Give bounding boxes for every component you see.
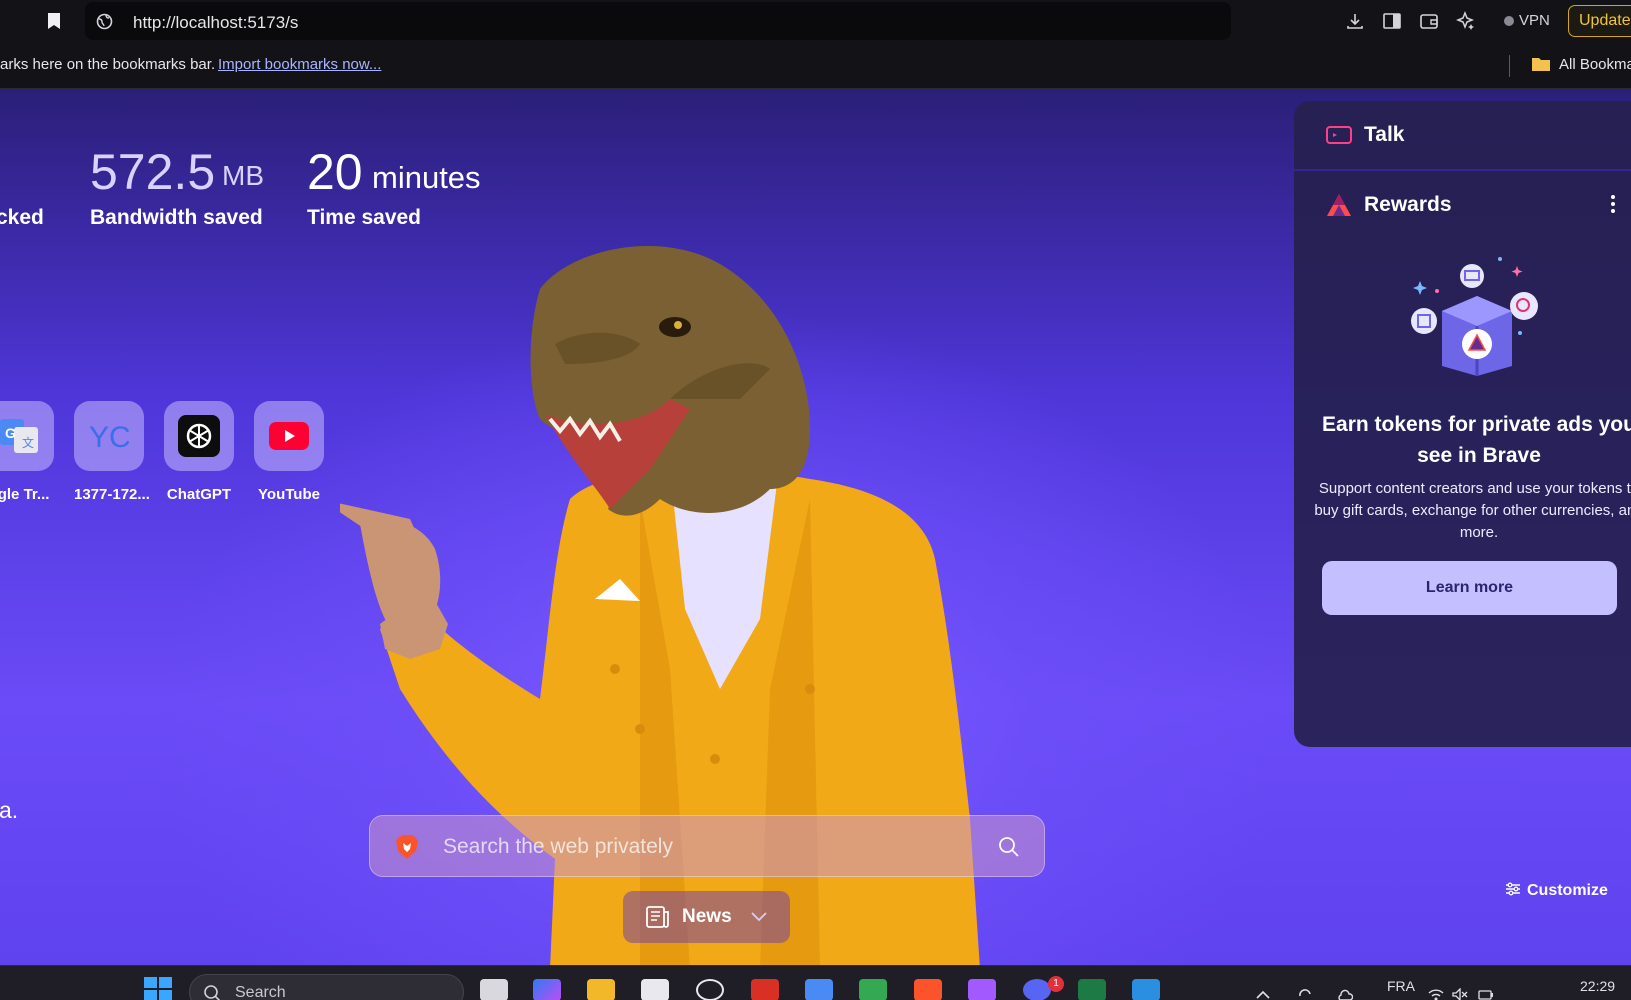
notepad-icon[interactable] — [805, 979, 833, 1000]
clock-time[interactable]: 22:29 — [1580, 978, 1615, 994]
vpn-button[interactable]: VPN — [1496, 8, 1558, 34]
figma-icon[interactable] — [968, 979, 996, 1000]
top-site-label: ogle Tr... — [0, 486, 50, 503]
top-site-yc[interactable]: YC 1377-172... — [74, 401, 150, 503]
brave-browser-icon[interactable] — [914, 979, 942, 1000]
top-site-youtube[interactable]: YouTube — [254, 401, 324, 503]
svg-text:文: 文 — [22, 435, 34, 450]
vpn-label: VPN — [1519, 12, 1550, 29]
rewards-widget: Rewards Earn tokens for private ads you … — [1294, 171, 1631, 747]
bookmarks-bar: arks here on the bookmarks bar. Import b… — [0, 42, 1631, 89]
svg-text:G: G — [5, 425, 16, 441]
video-call-icon — [1326, 126, 1352, 144]
trackers-blocked-label: cked — [0, 206, 44, 229]
vscode-icon[interactable] — [1132, 979, 1160, 1000]
copilot-icon[interactable] — [533, 979, 561, 1000]
bat-logo-icon — [1327, 194, 1351, 216]
new-tab-page: cked 572.5 MB Bandwidth saved 20 minutes… — [0, 89, 1631, 965]
time-saved-label: Time saved — [307, 206, 422, 229]
sync-icon[interactable] — [1297, 988, 1313, 1000]
app-icon[interactable] — [859, 979, 887, 1000]
talk-widget[interactable]: Talk — [1294, 101, 1631, 169]
bandwidth-saved-label: Bandwidth saved — [90, 206, 263, 229]
youtube-icon — [269, 422, 309, 450]
bookmarks-prompt: arks here on the bookmarks bar. — [0, 56, 216, 73]
bandwidth-value: 572.5 — [90, 144, 216, 200]
rewards-description: Support content creators and use your to… — [1314, 480, 1631, 541]
windows-taskbar: Search 1 FRA 22:29 — [0, 965, 1631, 1000]
time-saved-value: 20 — [307, 144, 363, 200]
top-site-tile[interactable]: G文 — [0, 401, 54, 471]
chevron-down-icon — [751, 912, 767, 922]
sidebar-icon[interactable] — [1382, 11, 1402, 31]
search-bar[interactable]: Search the web privately — [369, 815, 1045, 877]
wifi-icon[interactable] — [1428, 988, 1444, 1000]
customize-label: Customize — [1527, 882, 1608, 899]
discord-icon[interactable] — [1023, 979, 1051, 1000]
learn-more-button[interactable]: Learn more — [1322, 561, 1617, 615]
cloud-icon[interactable] — [1337, 988, 1353, 1000]
top-site-tile[interactable] — [164, 401, 234, 471]
bookmarks-divider — [1509, 55, 1510, 77]
bandwidth-unit: MB — [222, 160, 264, 191]
language-indicator[interactable]: FRA — [1387, 978, 1415, 994]
top-site-label: ChatGPT — [166, 486, 232, 503]
svg-text:YC: YC — [89, 421, 129, 453]
sliders-icon — [1506, 882, 1520, 896]
top-site-label: YouTube — [258, 486, 320, 503]
search-icon — [204, 985, 221, 1000]
url-text[interactable]: http://localhost:5173/s — [133, 13, 298, 33]
search-input[interactable]: Search the web privately — [443, 835, 673, 859]
rewards-title: Rewards — [1364, 193, 1452, 216]
google-translate-icon: G文 — [0, 419, 38, 453]
top-site-tile[interactable]: YC — [74, 401, 144, 471]
battery-icon[interactable] — [1478, 988, 1494, 1000]
task-view-icon[interactable] — [480, 979, 508, 1000]
microsoft-store-icon[interactable] — [641, 979, 669, 1000]
folder-icon[interactable] — [1532, 56, 1550, 71]
top-site-chatgpt[interactable]: ChatGPT — [164, 401, 234, 503]
excel-icon[interactable] — [1078, 979, 1106, 1000]
rewards-gift-illustration — [1411, 257, 1538, 376]
talk-title: Talk — [1364, 123, 1405, 146]
customize-button[interactable]: Customize — [1505, 882, 1608, 900]
wallet-icon[interactable] — [1419, 11, 1439, 31]
yc-icon: YC — [89, 421, 129, 453]
update-button[interactable]: Update — [1568, 5, 1631, 37]
chevron-up-icon[interactable] — [1255, 988, 1271, 1000]
gmail-icon[interactable] — [751, 979, 779, 1000]
top-site-label: 1377-172... — [74, 486, 150, 503]
notification-badge: 1 — [1048, 976, 1064, 992]
news-icon — [646, 906, 669, 928]
taskbar-search[interactable]: Search — [189, 974, 464, 1000]
more-options-icon[interactable] — [1610, 193, 1616, 215]
top-site-tile[interactable] — [254, 401, 324, 471]
import-bookmarks-link[interactable]: Import bookmarks now... — [218, 56, 381, 73]
taskbar-search-label: Search — [235, 984, 286, 1000]
top-site-google-translate[interactable]: G文 ogle Tr... — [0, 401, 54, 503]
browser-toolbar: http://localhost:5173/s VPN Update — [0, 0, 1631, 42]
globe-icon[interactable] — [96, 13, 113, 30]
volume-muted-icon[interactable] — [1452, 988, 1468, 1000]
vpn-status-dot — [1504, 16, 1514, 26]
leo-ai-icon[interactable] — [1456, 11, 1476, 31]
rewards-headline: Earn tokens for private ads you see in B… — [1322, 413, 1631, 467]
news-button[interactable]: News — [623, 891, 790, 943]
background-credit-fragment: a. — [0, 797, 19, 823]
bookmark-icon[interactable] — [47, 12, 61, 30]
windows-start-icon[interactable] — [143, 976, 173, 1000]
search-icon[interactable] — [997, 835, 1021, 859]
time-saved-unit: minutes — [372, 160, 481, 195]
brave-lion-icon — [396, 835, 418, 859]
all-bookmarks-button[interactable]: All Bookma — [1559, 56, 1631, 73]
address-bar[interactable]: http://localhost:5173/s — [85, 2, 1231, 40]
download-icon[interactable] — [1345, 11, 1365, 31]
screen: http://localhost:5173/s VPN Update arks … — [0, 0, 1631, 1000]
dell-icon[interactable] — [696, 979, 724, 1000]
chatgpt-icon — [178, 415, 220, 457]
file-explorer-icon[interactable] — [587, 979, 615, 1000]
news-label: News — [682, 906, 732, 927]
